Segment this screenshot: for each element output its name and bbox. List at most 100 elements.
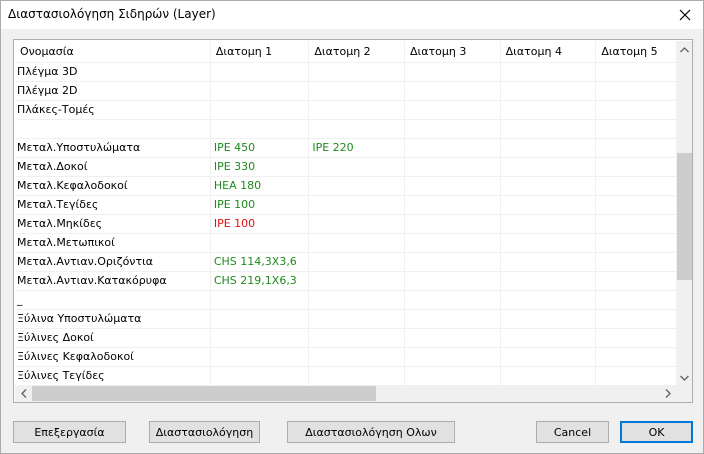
section-cell[interactable]: [404, 119, 501, 139]
row-name-cell[interactable]: Ξύλινα Υποστυλώματα: [15, 309, 211, 329]
section-cell[interactable]: [308, 290, 405, 310]
section-cell[interactable]: [404, 195, 501, 215]
row-name-cell[interactable]: Πλάκες-Τομές: [15, 100, 211, 120]
section-cell[interactable]: [500, 290, 597, 310]
section-cell[interactable]: [404, 271, 501, 291]
section-cell[interactable]: [210, 290, 310, 310]
section-cell[interactable]: [500, 233, 597, 253]
section-cell[interactable]: [308, 233, 405, 253]
row-name-cell[interactable]: Πλέγμα 2D: [15, 81, 211, 101]
scroll-left-button[interactable]: [15, 385, 32, 402]
row-name-cell[interactable]: Πλέγμα 3D: [15, 62, 211, 82]
section-cell[interactable]: [308, 271, 405, 291]
table-row[interactable]: Πλάκες-Τομές: [15, 100, 692, 120]
section-cell[interactable]: [404, 214, 501, 234]
table-row[interactable]: Μεταλ.Μετωπικοί: [15, 233, 692, 253]
section-cell[interactable]: [500, 100, 597, 120]
design-all-button[interactable]: Διαστασιολόγηση Ολων: [287, 421, 455, 443]
design-button[interactable]: Διαστασιολόγηση: [149, 421, 260, 443]
row-name-cell[interactable]: Μεταλ.Μετωπικοί: [15, 233, 211, 253]
table-row[interactable]: Μεταλ.Μηκίδες IPE 100: [15, 214, 692, 234]
table-row[interactable]: Μεταλ.Αντιαν.Κατακόρυφα CHS 219,1X6,3: [15, 271, 692, 291]
section-cell[interactable]: IPE 100: [210, 214, 310, 234]
section-cell[interactable]: [404, 62, 501, 82]
section-cell[interactable]: [308, 119, 405, 139]
vertical-scroll-thumb[interactable]: [677, 153, 692, 280]
row-name-cell[interactable]: Μεταλ.Δοκοί: [15, 157, 211, 177]
section-cell[interactable]: [404, 252, 501, 272]
column-header[interactable]: Διατομη 2: [308, 41, 405, 63]
section-cell[interactable]: [210, 119, 310, 139]
section-cell[interactable]: [500, 138, 597, 158]
table-row[interactable]: Πλέγμα 3D: [15, 62, 692, 82]
row-name-cell[interactable]: Μεταλ.Αντιαν.Κατακόρυφα: [15, 271, 211, 291]
section-cell[interactable]: [404, 328, 501, 348]
table-row[interactable]: Μεταλ.Αντιαν.Οριζόντια CHS 114,3X3,6: [15, 252, 692, 272]
section-cell[interactable]: [404, 100, 501, 120]
section-cell[interactable]: CHS 219,1X6,3: [210, 271, 310, 291]
section-cell[interactable]: [500, 252, 597, 272]
section-cell[interactable]: [210, 233, 310, 253]
row-name-cell[interactable]: Μεταλ.Αντιαν.Οριζόντια: [15, 252, 211, 272]
section-cell[interactable]: [404, 176, 501, 196]
section-cell[interactable]: [500, 271, 597, 291]
section-cell[interactable]: [308, 347, 405, 367]
row-name-cell[interactable]: Ξύλινες Δοκοί: [15, 328, 211, 348]
scroll-up-button[interactable]: [676, 41, 692, 58]
cancel-button[interactable]: Cancel: [536, 421, 609, 443]
table-row[interactable]: Μεταλ.Υποστυλώματα IPE 450 IPE 220: [15, 138, 692, 158]
section-cell[interactable]: [308, 366, 405, 386]
section-cell[interactable]: [500, 214, 597, 234]
row-name-cell[interactable]: Μεταλ.Υποστυλώματα: [15, 138, 211, 158]
table-row[interactable]: Ξύλινα Υποστυλώματα: [15, 309, 692, 329]
row-name-cell[interactable]: Ξύλινες Κεφαλοδοκοί: [15, 347, 211, 367]
row-name-cell[interactable]: Μεταλ.Μηκίδες: [15, 214, 211, 234]
table-row[interactable]: _: [15, 290, 692, 310]
section-cell[interactable]: [308, 157, 405, 177]
scroll-down-button[interactable]: [676, 369, 692, 386]
column-header[interactable]: Ονομασία: [15, 41, 211, 63]
table-row[interactable]: Ξύλινες Δοκοί: [15, 328, 692, 348]
section-cell[interactable]: HEA 180: [210, 176, 310, 196]
column-header[interactable]: Διατομη 3: [404, 41, 501, 63]
section-cell[interactable]: [308, 81, 405, 101]
row-name-cell[interactable]: Μεταλ.Τεγίδες: [15, 195, 211, 215]
section-cell[interactable]: CHS 114,3X3,6: [210, 252, 310, 272]
row-name-cell[interactable]: _: [15, 290, 211, 310]
section-cell[interactable]: [210, 100, 310, 120]
column-header[interactable]: Διατομη 4: [500, 41, 597, 63]
section-cell[interactable]: [500, 81, 597, 101]
sections-grid[interactable]: Ονομασία Διατομη 1 Διατομη 2 Διατομη 3 Διατο…: [13, 39, 693, 403]
table-row[interactable]: Μεταλ.Τεγίδες IPE 100: [15, 195, 692, 215]
section-cell[interactable]: [404, 138, 501, 158]
section-cell[interactable]: [404, 366, 501, 386]
section-cell[interactable]: [500, 309, 597, 329]
section-cell[interactable]: [404, 233, 501, 253]
vertical-scrollbar[interactable]: [676, 41, 692, 386]
section-cell[interactable]: [404, 157, 501, 177]
section-cell[interactable]: [500, 328, 597, 348]
table-row[interactable]: Μεταλ.Δοκοί IPE 330: [15, 157, 692, 177]
section-cell[interactable]: [404, 290, 501, 310]
section-cell[interactable]: IPE 450: [210, 138, 310, 158]
ok-button[interactable]: OK: [620, 421, 693, 443]
section-cell[interactable]: [308, 176, 405, 196]
section-cell[interactable]: [308, 328, 405, 348]
table-row[interactable]: Ξύλινες Τεγίδες: [15, 366, 692, 386]
table-row[interactable]: Ξύλινες Κεφαλοδοκοί: [15, 347, 692, 367]
section-cell[interactable]: [308, 214, 405, 234]
section-cell[interactable]: [500, 157, 597, 177]
close-button[interactable]: [667, 1, 703, 29]
section-cell[interactable]: [500, 347, 597, 367]
section-cell[interactable]: [500, 119, 597, 139]
section-cell[interactable]: [210, 366, 310, 386]
table-row[interactable]: Μεταλ.Κεφαλοδοκοί HEA 180: [15, 176, 692, 196]
section-cell[interactable]: [308, 195, 405, 215]
section-cell[interactable]: [210, 81, 310, 101]
horizontal-scroll-thumb[interactable]: [32, 386, 376, 401]
table-row[interactable]: Πλέγμα 2D: [15, 81, 692, 101]
section-cell[interactable]: [308, 62, 405, 82]
section-cell[interactable]: IPE 100: [210, 195, 310, 215]
section-cell[interactable]: [308, 252, 405, 272]
section-cell[interactable]: IPE 220: [308, 138, 405, 158]
